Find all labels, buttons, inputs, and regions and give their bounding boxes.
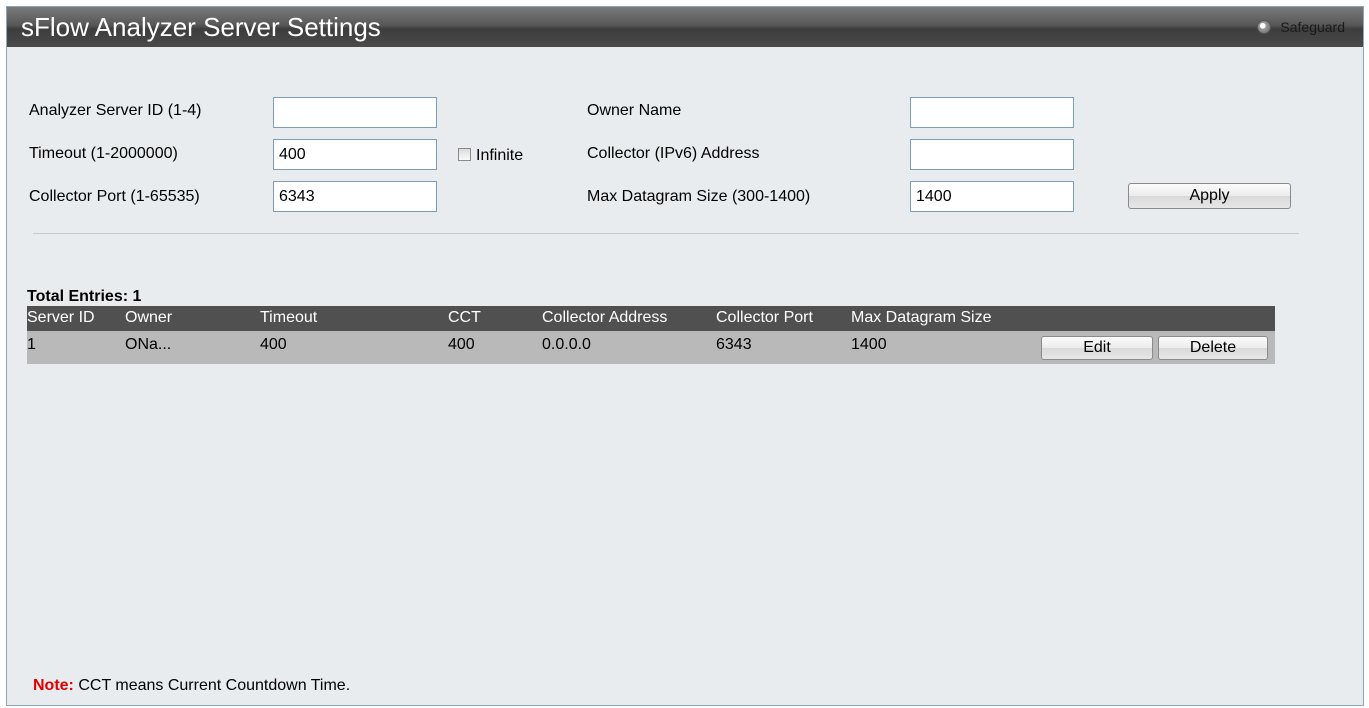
table-row: 1 ONa... 400 400 0.0.0.0 6343 1400 Edit … — [27, 331, 1275, 364]
cell-owner: ONa... — [125, 336, 172, 353]
column-header-cct: CCT — [448, 309, 481, 326]
footnote: Note: CCT means Current Countdown Time. — [33, 677, 350, 695]
cell-collector-port: 6343 — [716, 336, 752, 353]
cell-timeout: 400 — [260, 336, 287, 353]
timeout-input[interactable] — [273, 139, 437, 170]
server-id-label: Analyzer Server ID (1-4) — [29, 102, 202, 119]
apply-button[interactable]: Apply — [1128, 183, 1291, 209]
column-header-owner: Owner — [125, 309, 173, 326]
total-entries: Total Entries: 1 — [27, 288, 142, 305]
note-prefix: Note: — [33, 677, 74, 694]
collector-port-input[interactable] — [273, 181, 437, 212]
settings-panel: sFlow Analyzer Server Settings Safeguard… — [6, 6, 1364, 706]
max-datagram-label: Max Datagram Size (300-1400) — [587, 188, 811, 205]
cell-collector-address: 0.0.0.0 — [542, 336, 591, 353]
table-header: Server ID Owner Timeout CCT Collector Ad… — [27, 306, 1275, 331]
cell-cct: 400 — [448, 336, 475, 353]
column-header-collector-address: Collector Address — [542, 309, 668, 326]
safeguard-label: Safeguard — [1280, 19, 1345, 35]
infinite-label: Infinite — [476, 147, 524, 164]
cell-max-datagram-size: 1400 — [851, 336, 887, 353]
page-title: sFlow Analyzer Server Settings — [21, 12, 381, 42]
cell-server-id: 1 — [27, 336, 36, 353]
title-bar: sFlow Analyzer Server Settings Safeguard — [7, 7, 1363, 47]
owner-name-label: Owner Name — [587, 102, 682, 119]
note-text: CCT means Current Countdown Time. — [73, 677, 351, 694]
owner-name-input[interactable] — [910, 97, 1074, 128]
timeout-label: Timeout (1-2000000) — [29, 145, 178, 162]
edit-button[interactable]: Edit — [1041, 336, 1153, 360]
collector-port-label: Collector Port (1-65535) — [29, 188, 200, 205]
safeguard-status-icon — [1257, 20, 1272, 34]
collector-address-input[interactable] — [910, 139, 1074, 170]
collector-address-label: Collector (IPv6) Address — [587, 145, 760, 162]
column-header-collector-port: Collector Port — [716, 309, 813, 326]
infinite-checkbox[interactable] — [458, 148, 471, 161]
column-header-server-id: Server ID — [27, 309, 95, 326]
column-header-max-datagram-size: Max Datagram Size — [851, 309, 992, 326]
section-divider — [33, 233, 1299, 234]
server-id-input[interactable] — [273, 97, 437, 128]
delete-button[interactable]: Delete — [1158, 336, 1268, 360]
safeguard-indicator[interactable]: Safeguard — [1257, 19, 1345, 35]
max-datagram-input[interactable] — [910, 181, 1074, 212]
column-header-timeout: Timeout — [260, 309, 318, 326]
